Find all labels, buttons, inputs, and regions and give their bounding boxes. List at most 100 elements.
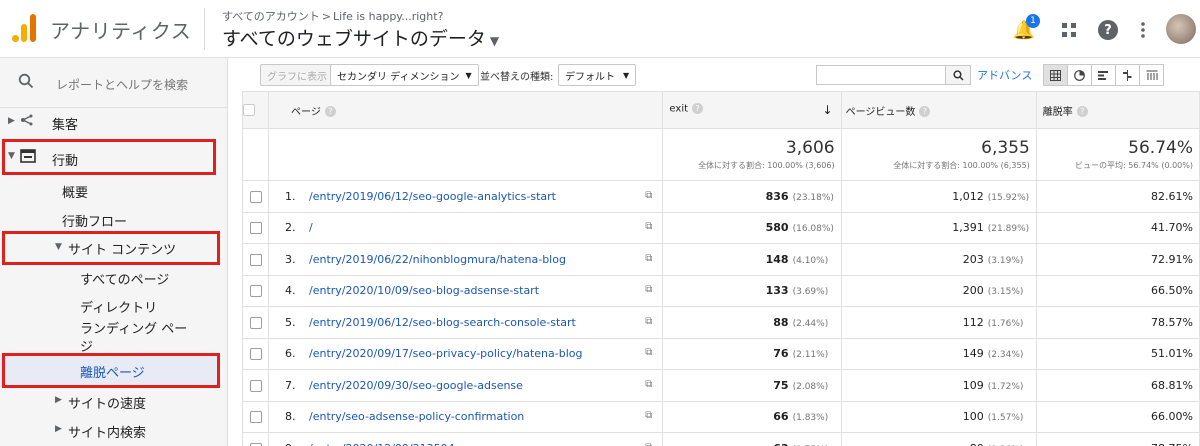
bounce-cell: 82.61% [1035,180,1200,213]
exit-cell: 148 (4.10%) [662,243,842,276]
help-tooltip-icon[interactable]: ? [919,106,931,117]
help-tooltip-icon[interactable]: ? [1076,106,1088,117]
sort-type-dropdown[interactable]: デフォルト ▼ [558,64,637,86]
caret-right-icon: ▶ [8,116,15,126]
breadcrumb-separator: > [321,10,332,23]
page-cell: 6. /entry/2020/09/17/seo-privacy-policy/h… [268,337,664,370]
row-number: 4. [285,284,296,298]
open-in-new-window-icon[interactable]: ⧉ [645,379,652,390]
column-header-bounce-rate[interactable]: 離脱率? [1035,91,1200,129]
row-checkbox[interactable] [249,348,262,361]
pageviews-value: 1,012 [952,189,984,203]
pie-chart-icon[interactable] [1067,64,1092,86]
table-view-icon[interactable] [1043,64,1068,86]
totals-empty-cell [241,128,270,181]
row-checkbox[interactable] [249,190,262,203]
exit-value: 63 [773,442,788,446]
advanced-filter-link[interactable]: アドバンス [977,67,1032,83]
performance-bar-icon[interactable] [1091,64,1116,86]
table-filter-input[interactable] [816,65,946,85]
column-header-exit[interactable]: exit? ↓ [662,91,842,129]
user-avatar[interactable] [1166,14,1196,44]
exit-percent: (3.69%) [792,287,829,298]
pageviews-cell: 1,391 (21.89%) [840,211,1037,244]
total-bounce-cell: 56.74% ビューの平均: 56.74% (0.00%) [1035,128,1200,181]
pageviews-cell: 149 (2.34%) [840,337,1037,370]
open-in-new-window-icon[interactable]: ⧉ [645,347,652,358]
pivot-table-icon[interactable] [1139,64,1164,86]
open-in-new-window-icon[interactable]: ⧉ [645,410,652,421]
report-content: グラフに表示 セカンダリ ディメンション ▼ 並べ替えの種類: デフォルト ▼ … [228,58,1200,446]
exit-cell: 75 (2.08%) [662,369,842,402]
breadcrumb[interactable]: すべてのアカウント > Life is happy...right? [222,8,443,24]
sidebar-item-site-speed[interactable]: ▶ サイトの速度 [0,391,228,413]
sidebar-item-behavior-flow[interactable]: 行動フロー [0,209,228,231]
open-in-new-window-icon[interactable]: ⧉ [645,442,652,446]
page-link[interactable]: /entry/2019/06/12/seo-blog-search-consol… [309,316,576,329]
row-checkbox[interactable] [249,222,262,235]
totals-row: 3,606 全体に対する割合: 100.00% (3,606) 6,355 全体… [241,128,1200,181]
page-link[interactable]: /entry/2020/12/09/213504 [309,442,455,446]
search-placeholder: レポートとヘルプを検索 [56,78,189,92]
row-checkbox[interactable] [249,379,262,392]
sidebar-item-exit-pages[interactable]: 離脱ページ [0,360,228,382]
sidebar-item-acquisition[interactable]: ▶ 集客 [0,110,228,136]
open-in-new-window-icon[interactable]: ⧉ [645,190,652,201]
help-tooltip-icon[interactable]: ? [324,106,336,117]
sidebar-item-landing-pages[interactable]: ランディング ページ [0,319,228,357]
column-header-page[interactable]: ページ? [268,91,664,129]
exit-cell: 63(1.75%) [662,432,842,446]
breadcrumb-account[interactable]: すべてのアカウント [222,10,320,23]
view-selector[interactable]: すべてのウェブサイトのデータ ▼ [222,24,499,51]
sidebar-item-overview[interactable]: 概要 [0,180,228,202]
breadcrumb-property[interactable]: Life is happy...right? [333,10,443,23]
secondary-dimension-dropdown[interactable]: セカンダリ ディメンション ▼ [330,64,479,86]
analytics-logo-icon[interactable] [12,14,36,42]
sidebar-search[interactable]: レポートとヘルプを検索 [0,58,228,108]
help-tooltip-icon[interactable]: ? [692,103,704,114]
select-all-checkbox[interactable] [243,104,255,116]
sidebar-item-behavior[interactable]: ▼ 行動 [0,142,228,172]
page-cell: 4. /entry/2020/10/09/seo-blog-adsense-sta… [268,274,664,307]
bounce-cell: 68.81% [1035,369,1200,402]
plot-rows-button[interactable]: グラフに表示 [260,64,334,86]
row-checkbox[interactable] [249,316,262,329]
page-link[interactable]: /entry/2020/09/30/seo-google-adsense [309,379,523,392]
sidebar-item-site-search[interactable]: ▶ サイト内検索 [0,420,228,442]
total-bounce-sub: ビューの平均: 56.74% (0.00%) [1075,161,1193,170]
sort-descending-arrow-icon: ↓ [822,103,833,117]
page-link[interactable]: /entry/2020/09/17/seo-privacy-policy/hat… [309,347,582,360]
column-header-pageviews[interactable]: ページビュー数? [840,91,1037,129]
filter-search-icon[interactable] [945,65,971,85]
help-icon[interactable]: ? [1096,18,1120,42]
notifications-bell-icon[interactable]: 🔔 1 [1012,14,1040,42]
sidebar-item-directory[interactable]: ディレクトリ [0,295,228,317]
row-checkbox[interactable] [249,411,262,424]
apps-grid-icon[interactable] [1057,18,1081,42]
page-link[interactable]: /entry/seo-adsense-policy-confirmation [309,410,524,423]
pageviews-value: 149 [962,347,984,361]
bounce-value: 66.50% [1151,284,1193,298]
open-in-new-window-icon[interactable]: ⧉ [645,316,652,327]
page-link[interactable]: /entry/2019/06/12/seo-google-analytics-s… [309,190,556,203]
page-link[interactable]: /entry/2019/06/22/nihonblogmura/hatena-b… [309,253,566,266]
header-divider [204,8,205,50]
open-in-new-window-icon[interactable]: ⧉ [645,284,652,295]
page-link[interactable]: / [309,221,313,234]
exit-cell: 836 (23.18%) [662,180,842,213]
bounce-cell: 66.50% [1035,274,1200,307]
sidebar-item-site-content[interactable]: ▼ サイト コンテンツ [0,234,228,262]
more-vert-icon[interactable] [1131,18,1155,42]
exit-percent: (23.18%) [792,192,834,203]
row-checkbox[interactable] [249,285,262,298]
table-row: 6. /entry/2020/09/17/seo-privacy-policy/h… [241,337,1200,370]
row-number: 1. [285,189,296,203]
open-in-new-window-icon[interactable]: ⧉ [645,253,652,264]
row-checkbox[interactable] [249,253,262,266]
table-row: 9./entry/2020/12/09/213504 ⧉ 63(1.75%)80(1… [241,432,1200,446]
sidebar-item-all-pages[interactable]: すべてのページ [0,267,228,289]
page-link[interactable]: /entry/2020/10/09/seo-blog-adsense-start [309,284,539,297]
open-in-new-window-icon[interactable]: ⧉ [645,221,652,232]
pageviews-cell: 109 (1.72%) [840,369,1037,402]
comparison-icon[interactable] [1115,64,1140,86]
